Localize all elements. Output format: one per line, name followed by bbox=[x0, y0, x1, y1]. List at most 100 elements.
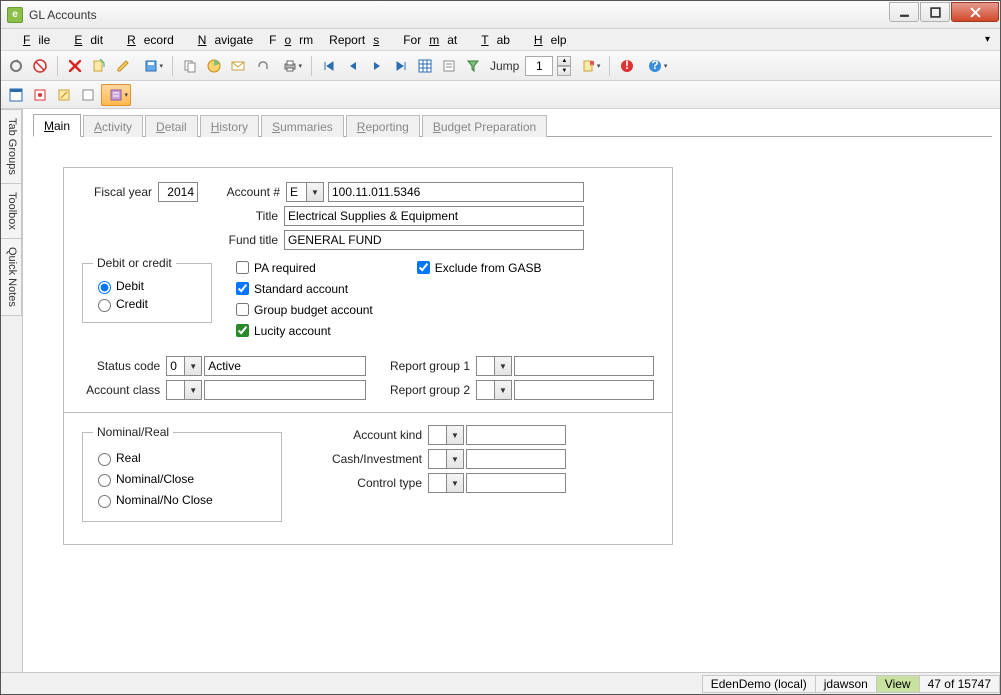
nominal-real-group: Nominal/Real Real Nominal/Close Nominal/… bbox=[82, 425, 282, 522]
control-type-dropdown[interactable]: ▼ bbox=[446, 473, 464, 493]
account-kind-code[interactable] bbox=[428, 425, 446, 445]
chart-icon[interactable] bbox=[203, 55, 225, 77]
fiscal-year-input[interactable] bbox=[158, 182, 198, 202]
statusbar: EdenDemo (local) jdawson View 47 of 1574… bbox=[1, 672, 1000, 694]
last-record-icon[interactable] bbox=[390, 55, 412, 77]
view4-icon[interactable] bbox=[77, 84, 99, 106]
help-dropdown-icon[interactable]: ? bbox=[640, 55, 670, 77]
report-group2-input[interactable] bbox=[514, 380, 654, 400]
content-tabs: Main Activity Detail History Summaries R… bbox=[33, 113, 992, 137]
real-radio[interactable]: Real bbox=[93, 450, 271, 466]
account-kind-input[interactable] bbox=[466, 425, 566, 445]
account-prefix-dropdown[interactable]: ▼ bbox=[306, 182, 324, 202]
report-group1-dropdown[interactable]: ▼ bbox=[494, 356, 512, 376]
stop-icon[interactable] bbox=[29, 55, 51, 77]
account-num-label: Account # bbox=[208, 185, 280, 199]
cash-inv-dropdown[interactable]: ▼ bbox=[446, 449, 464, 469]
debit-radio[interactable]: Debit bbox=[93, 278, 201, 294]
sidetab-quick-notes[interactable]: Quick Notes bbox=[1, 238, 22, 316]
tab-summaries[interactable]: Summaries bbox=[261, 115, 344, 137]
tab-history[interactable]: History bbox=[200, 115, 259, 137]
copy-icon[interactable] bbox=[179, 55, 201, 77]
nominal-noclose-radio[interactable]: Nominal/No Close bbox=[93, 492, 271, 508]
report-group2-label: Report group 2 bbox=[376, 383, 470, 397]
minimize-button[interactable] bbox=[889, 2, 919, 22]
filter-icon[interactable] bbox=[462, 55, 484, 77]
status-code-dropdown[interactable]: ▼ bbox=[184, 356, 202, 376]
credit-radio[interactable]: Credit bbox=[93, 296, 201, 312]
account-class-code[interactable] bbox=[166, 380, 184, 400]
menu-overflow[interactable]: ▾ bbox=[977, 32, 994, 47]
mail-icon[interactable] bbox=[227, 55, 249, 77]
first-record-icon[interactable] bbox=[318, 55, 340, 77]
lucity-account-check[interactable]: Lucity account bbox=[232, 321, 373, 340]
report-group2-code[interactable] bbox=[476, 380, 494, 400]
maximize-button[interactable] bbox=[920, 2, 950, 22]
tab-reporting[interactable]: Reporting bbox=[346, 115, 420, 137]
tab-activity[interactable]: Activity bbox=[83, 115, 143, 137]
bookmark-dropdown-icon[interactable] bbox=[573, 55, 603, 77]
menu-edit[interactable]: Edit bbox=[58, 31, 111, 49]
form-icon[interactable] bbox=[438, 55, 460, 77]
attachment-icon[interactable] bbox=[251, 55, 273, 77]
account-prefix-input[interactable] bbox=[286, 182, 306, 202]
account-num-input[interactable] bbox=[328, 182, 584, 202]
menu-help[interactable]: Help bbox=[518, 31, 575, 49]
account-class-input[interactable] bbox=[204, 380, 366, 400]
report-group1-code[interactable] bbox=[476, 356, 494, 376]
tab-main[interactable]: Main bbox=[33, 114, 81, 137]
refresh-icon[interactable] bbox=[5, 55, 27, 77]
menu-file[interactable]: File bbox=[7, 31, 58, 49]
menu-reports[interactable]: Reports bbox=[321, 31, 395, 49]
status-code-label: Status code bbox=[82, 359, 160, 373]
menu-record[interactable]: Record bbox=[111, 31, 182, 49]
sidetab-toolbox[interactable]: Toolbox bbox=[1, 183, 22, 239]
menu-format[interactable]: Format bbox=[395, 31, 465, 49]
grid-icon[interactable] bbox=[414, 55, 436, 77]
tab-budget-preparation[interactable]: Budget Preparation bbox=[422, 115, 547, 137]
control-type-input[interactable] bbox=[466, 473, 566, 493]
standard-account-check[interactable]: Standard account bbox=[232, 279, 373, 298]
account-class-label: Account class bbox=[82, 383, 160, 397]
app-icon: e bbox=[7, 7, 23, 23]
account-class-dropdown[interactable]: ▼ bbox=[184, 380, 202, 400]
cash-inv-input[interactable] bbox=[466, 449, 566, 469]
pa-required-check[interactable]: PA required bbox=[232, 258, 373, 277]
view5-icon[interactable] bbox=[101, 84, 131, 106]
cash-inv-code[interactable] bbox=[428, 449, 446, 469]
close-button[interactable] bbox=[951, 2, 999, 22]
cash-inv-label: Cash/Investment bbox=[322, 452, 422, 466]
view3-icon[interactable] bbox=[53, 84, 75, 106]
window-title: GL Accounts bbox=[29, 8, 889, 22]
save-dropdown-icon[interactable] bbox=[136, 55, 166, 77]
view2-icon[interactable] bbox=[29, 84, 51, 106]
jump-spinner[interactable]: ▲▼ bbox=[557, 56, 571, 76]
sidetab-tab-groups[interactable]: Tab Groups bbox=[1, 109, 22, 184]
delete-icon[interactable] bbox=[64, 55, 86, 77]
fund-title-input[interactable] bbox=[284, 230, 584, 250]
report-group2-dropdown[interactable]: ▼ bbox=[494, 380, 512, 400]
alert-icon[interactable]: ! bbox=[616, 55, 638, 77]
control-type-code[interactable] bbox=[428, 473, 446, 493]
title-input[interactable] bbox=[284, 206, 584, 226]
tab-detail[interactable]: Detail bbox=[145, 115, 198, 137]
status-text-input[interactable] bbox=[204, 356, 366, 376]
prev-record-icon[interactable] bbox=[342, 55, 364, 77]
status-code-input[interactable] bbox=[166, 356, 184, 376]
print-dropdown-icon[interactable] bbox=[275, 55, 305, 77]
menu-form[interactable]: Form bbox=[261, 31, 321, 49]
status-mode: View bbox=[876, 675, 920, 693]
new-record-icon[interactable] bbox=[88, 55, 110, 77]
account-kind-dropdown[interactable]: ▼ bbox=[446, 425, 464, 445]
group-budget-check[interactable]: Group budget account bbox=[232, 300, 373, 319]
edit-icon[interactable] bbox=[112, 55, 134, 77]
menu-tab[interactable]: Tab bbox=[465, 31, 518, 49]
next-record-icon[interactable] bbox=[366, 55, 388, 77]
report-group1-input[interactable] bbox=[514, 356, 654, 376]
menu-navigate[interactable]: Navigate bbox=[182, 31, 261, 49]
view1-icon[interactable] bbox=[5, 84, 27, 106]
exclude-gasb-check[interactable]: Exclude from GASB bbox=[413, 258, 542, 277]
jump-input[interactable] bbox=[525, 56, 553, 76]
debit-credit-legend: Debit or credit bbox=[93, 256, 176, 270]
nominal-close-radio[interactable]: Nominal/Close bbox=[93, 471, 271, 487]
